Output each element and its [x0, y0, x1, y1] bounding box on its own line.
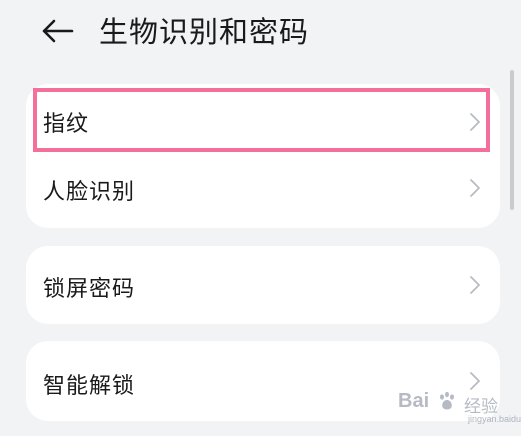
list-item-label: 智能解锁 [43, 374, 136, 399]
settings-card-smart-unlock: 智能解锁 [26, 341, 500, 421]
arrow-left-icon [42, 19, 74, 43]
scrollbar[interactable] [510, 70, 514, 210]
app-header: 生物识别和密码 [0, 0, 521, 70]
back-button[interactable] [40, 18, 80, 48]
settings-card-lock-password: 锁屏密码 [26, 246, 500, 324]
chevron-right-icon [468, 275, 482, 295]
list-item-label: 人脸识别 [43, 180, 136, 205]
list-item-smart-unlock[interactable]: 智能解锁 [26, 341, 500, 421]
list-item-label: 锁屏密码 [43, 277, 136, 302]
list-item-face-recognition[interactable]: 人脸识别 [26, 158, 500, 228]
chevron-right-icon [468, 178, 482, 198]
list-item-fingerprint[interactable]: 指纹 [26, 84, 500, 158]
settings-card-biometrics: 指纹 人脸识别 [26, 84, 500, 228]
list-item-label: 指纹 [43, 112, 90, 137]
list-item-lock-screen-password[interactable]: 锁屏密码 [26, 246, 500, 324]
page-title: 生物识别和密码 [99, 15, 310, 49]
chevron-right-icon [468, 112, 482, 132]
chevron-right-icon [468, 371, 482, 391]
